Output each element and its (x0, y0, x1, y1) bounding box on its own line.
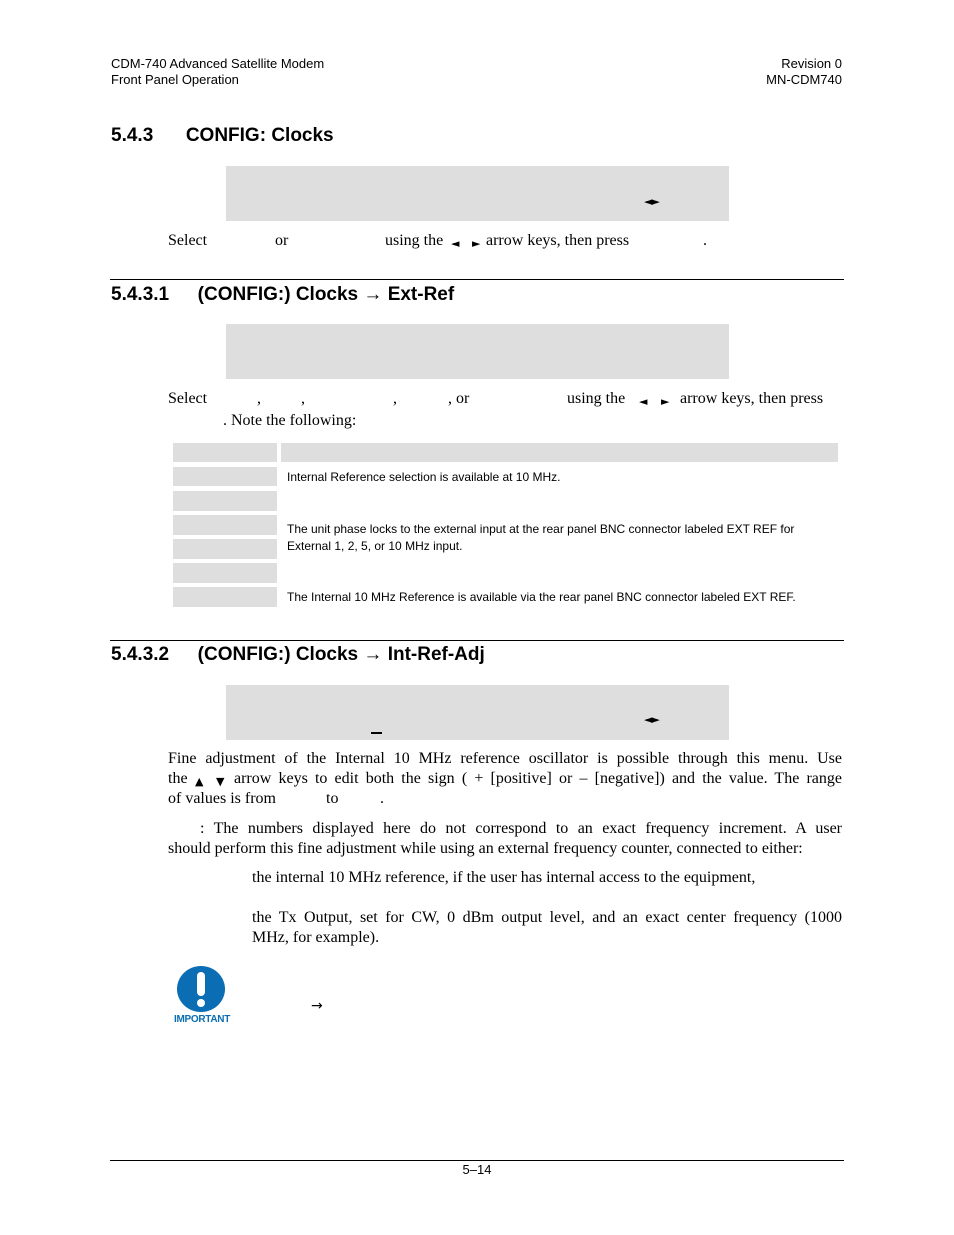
table-header-cell (281, 443, 838, 462)
important-notice: IMPORTANT (168, 966, 236, 1028)
left-right-arrows-icon: ◄► (644, 713, 660, 726)
section-subtitle: Int-Ref-Adj (387, 644, 485, 665)
section-heading-5-4-3-2: 5.4.3.2 (CONFIG:) Clocks → Int-Ref-Adj (111, 644, 485, 666)
page-number: 5–14 (462, 1162, 492, 1177)
table-header-cell (173, 443, 277, 462)
exclamation-icon (177, 966, 225, 1012)
header-doc-number: MN-CDM740 (766, 72, 842, 87)
list-item: the internal 10 MHz reference, if the us… (252, 869, 756, 886)
table-row-label (173, 491, 277, 511)
section-divider (110, 279, 844, 280)
table-row-label (173, 515, 277, 535)
section-subtitle: Ext-Ref (387, 284, 455, 305)
table-row-desc: Internal Reference selection is availabl… (287, 470, 561, 484)
int-ref-adj-description: Fine adjustment of the Internal 10 MHz r… (168, 750, 842, 807)
right-arrow-icon: ► (472, 237, 481, 250)
lcd-display-ext-ref (226, 324, 729, 379)
right-arrow-icon: → (311, 998, 323, 1014)
right-arrow-icon: ► (661, 395, 670, 408)
table-row-label (173, 467, 277, 486)
section-divider (110, 640, 844, 641)
section-title: (CONFIG:) Clocks (197, 284, 359, 305)
section-number: 5.4.3.2 (111, 644, 170, 665)
left-arrow-icon: ◄ (451, 237, 460, 250)
footer-divider (110, 1160, 844, 1161)
lcd-display-int-ref-adj: ◄► (226, 685, 729, 740)
left-arrow-icon: ◄ (639, 395, 648, 408)
edit-cursor (371, 732, 382, 734)
right-arrow-icon: → (363, 284, 383, 305)
table-row-desc: The unit phase locks to the external inp… (287, 522, 795, 553)
section-title: (CONFIG:) Clocks (197, 644, 359, 665)
instruction-ext-ref: Select , , , , or using the ◄ ► arrow ke… (168, 390, 824, 429)
table-row-label (173, 539, 277, 559)
header-doc-title: CDM-740 Advanced Satellite Modem (111, 56, 325, 71)
header-chapter: Front Panel Operation (111, 72, 239, 87)
section-number: 5.4.3 (111, 125, 154, 146)
section-number: 5.4.3.1 (111, 284, 170, 305)
table-row-label (173, 587, 277, 607)
header-revision: Revision 0 (781, 56, 842, 71)
section-heading-5-4-3: 5.4.3 CONFIG: Clocks (111, 125, 334, 147)
lcd-display-clocks: ◄► (226, 166, 729, 221)
important-label: IMPORTANT (174, 1014, 230, 1025)
left-right-arrows-icon: ◄► (644, 195, 660, 208)
note-paragraph: : The numbers displayed here do not corr… (168, 820, 842, 857)
right-arrow-icon: → (363, 644, 383, 665)
table-row-desc: The Internal 10 MHz Reference is availab… (287, 590, 796, 604)
section-heading-5-4-3-1: 5.4.3.1 (CONFIG:) Clocks → Ext-Ref (111, 284, 454, 306)
section-title: CONFIG: Clocks (185, 125, 334, 146)
table-row-label (173, 563, 277, 583)
list-item: the Tx Output, set for CW, 0 dBm output … (252, 909, 842, 946)
